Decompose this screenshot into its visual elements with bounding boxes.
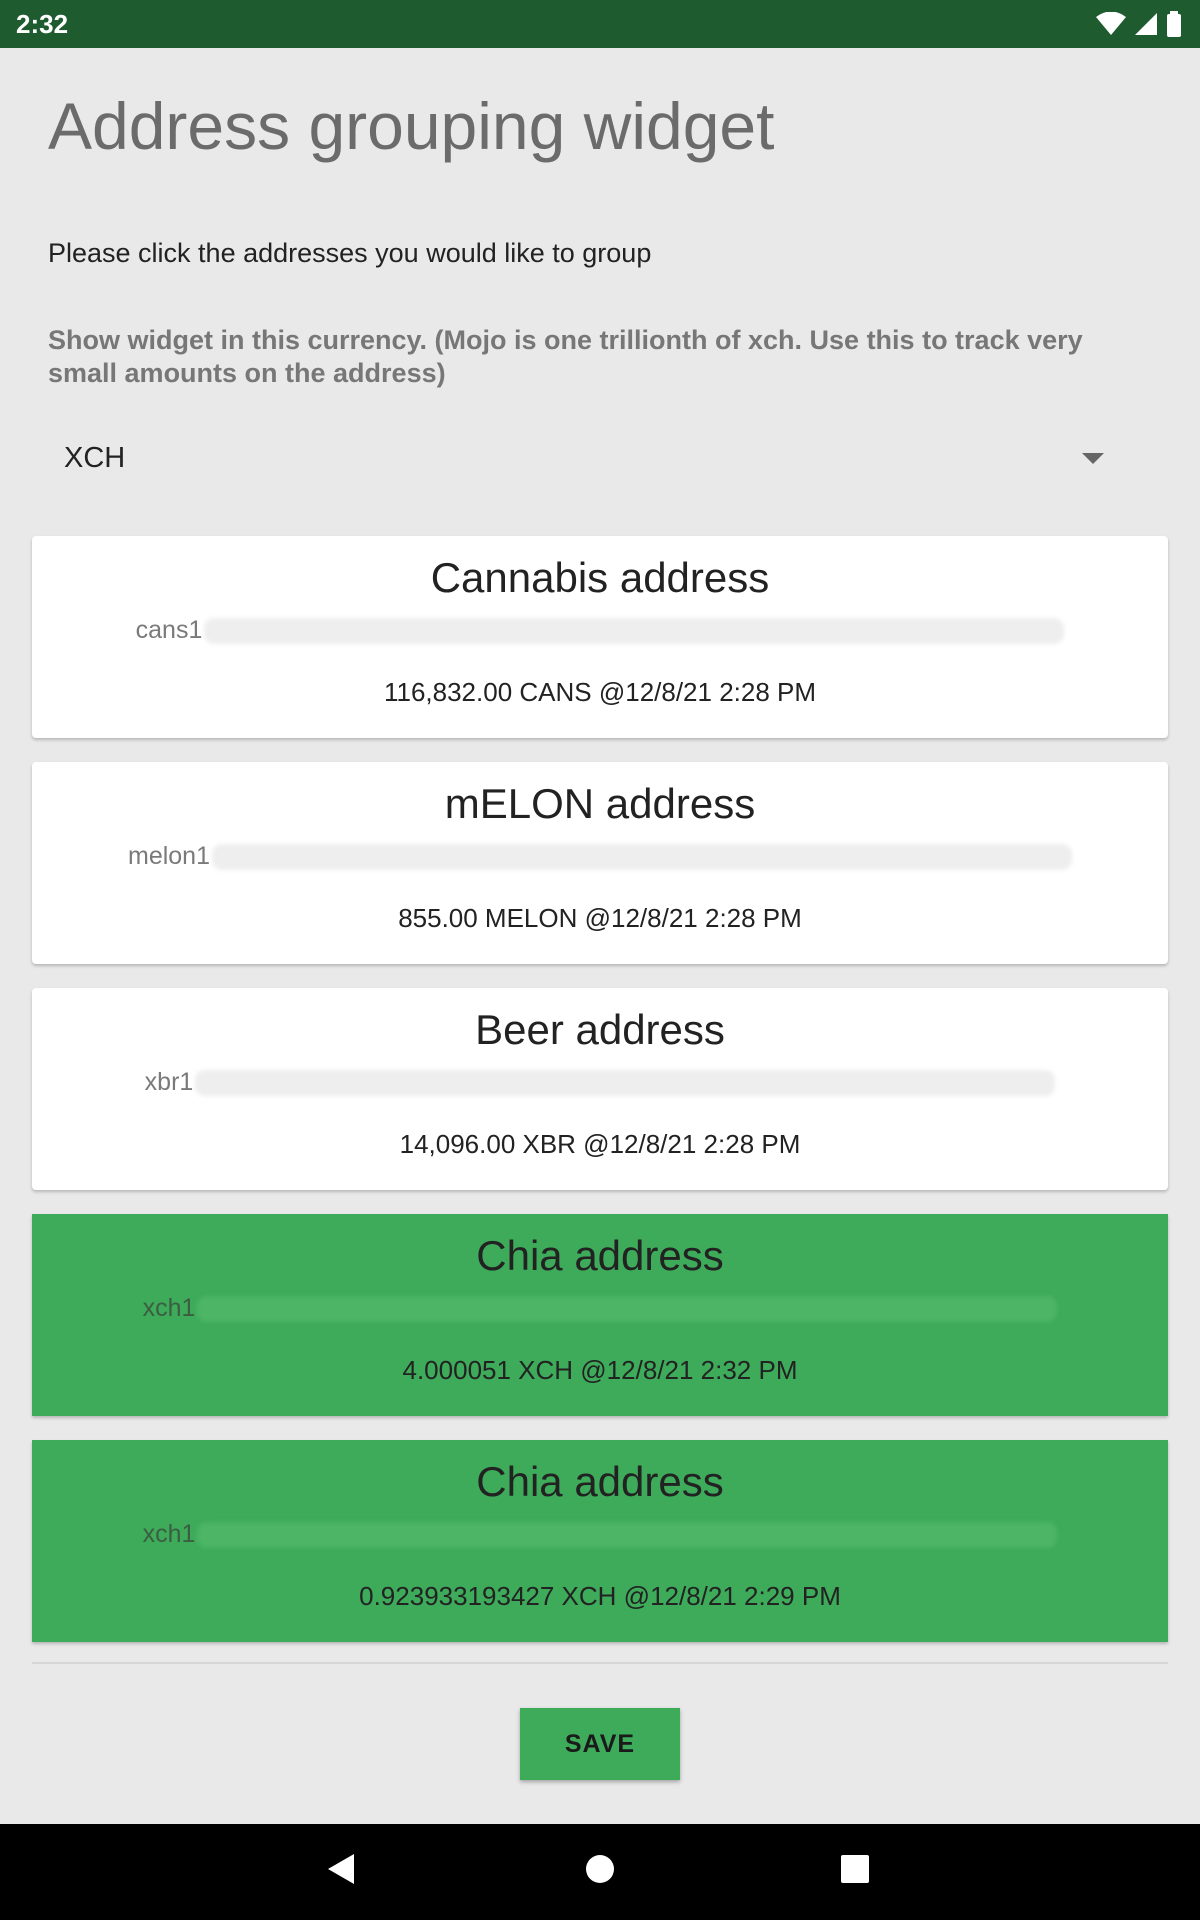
address-card-title: mELON address <box>444 780 756 827</box>
address-list: Cannabis address cans1 116,832.00 CANS @… <box>32 536 1168 1666</box>
address-card-melon[interactable]: mELON address melon1 855.00 MELON @12/8/… <box>32 762 1168 964</box>
currency-selected-value: XCH <box>64 441 126 474</box>
address-prefix: xbr1 <box>144 1068 194 1096</box>
address-balance: 116,832.00 CANS @12/8/21 2:28 PM <box>383 677 817 707</box>
address-card-title: Chia address <box>476 1232 724 1279</box>
address-card-title: Cannabis address <box>430 554 770 601</box>
status-icons <box>1096 11 1182 37</box>
divider <box>32 1662 1168 1664</box>
home-icon[interactable] <box>584 1852 616 1891</box>
address-value: xbr1 <box>32 1068 1168 1097</box>
address-card-beer[interactable]: Beer address xbr1 14,096.00 XBR @12/8/21… <box>32 988 1168 1190</box>
address-balance: 4.000051 XCH @12/8/21 2:32 PM <box>402 1355 798 1385</box>
address-card-cannabis[interactable]: Cannabis address cans1 116,832.00 CANS @… <box>32 536 1168 738</box>
save-button[interactable]: SAVE <box>520 1708 680 1780</box>
address-redacted <box>197 1295 1058 1322</box>
navigation-bar <box>0 1824 1200 1920</box>
address-redacted <box>212 843 1072 870</box>
address-card-title: Beer address <box>475 1006 725 1053</box>
battery-icon <box>1166 11 1182 37</box>
currency-dropdown[interactable]: XCH <box>48 428 1128 488</box>
address-value: xch1 <box>32 1520 1168 1549</box>
back-icon[interactable] <box>326 1852 356 1891</box>
address-value: xch1 <box>32 1294 1168 1323</box>
address-card-chia-1[interactable]: Chia address xch1 4.000051 XCH @12/8/21 … <box>32 1214 1168 1416</box>
status-time: 2:32 <box>16 8 69 39</box>
currency-help-text: Show widget in this currency. (Mojo is o… <box>48 325 1083 388</box>
wifi-icon <box>1096 12 1126 36</box>
address-value: melon1 <box>32 842 1168 871</box>
address-redacted <box>195 1069 1056 1096</box>
address-balance: 14,096.00 XBR @12/8/21 2:28 PM <box>399 1129 801 1159</box>
recents-icon[interactable] <box>840 1852 870 1891</box>
address-card-title: Chia address <box>476 1458 724 1505</box>
address-prefix: xch1 <box>142 1520 196 1548</box>
signal-icon <box>1134 12 1158 36</box>
address-value: cans1 <box>32 616 1168 645</box>
status-bar: 2:32 <box>0 0 1200 48</box>
address-balance: 855.00 MELON @12/8/21 2:28 PM <box>398 903 802 933</box>
address-prefix: melon1 <box>128 842 210 870</box>
address-redacted <box>197 1521 1058 1548</box>
address-redacted <box>204 617 1065 644</box>
address-balance: 0.923933193427 XCH @12/8/21 2:29 PM <box>359 1581 841 1611</box>
page-title: Address grouping widget <box>48 89 775 163</box>
address-prefix: cans1 <box>135 616 203 644</box>
address-prefix: xch1 <box>142 1294 196 1322</box>
address-card-chia-2[interactable]: Chia address xch1 0.923933193427 XCH @12… <box>32 1440 1168 1642</box>
instruction-text: Please click the addresses you would lik… <box>48 238 652 268</box>
chevron-down-icon <box>1082 452 1104 464</box>
